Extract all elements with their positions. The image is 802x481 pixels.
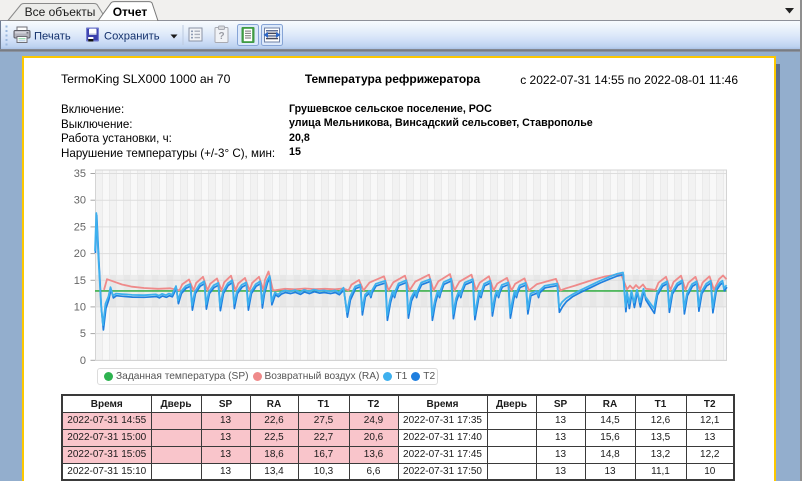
- svg-text:30: 30: [74, 195, 86, 207]
- svg-text:0: 0: [80, 355, 86, 367]
- svg-text:35: 35: [74, 168, 86, 180]
- svg-text:20: 20: [74, 248, 86, 260]
- svg-text:5: 5: [80, 328, 86, 340]
- svg-text:25: 25: [74, 221, 86, 233]
- svg-text:15: 15: [74, 275, 86, 287]
- svg-text:10: 10: [74, 301, 86, 313]
